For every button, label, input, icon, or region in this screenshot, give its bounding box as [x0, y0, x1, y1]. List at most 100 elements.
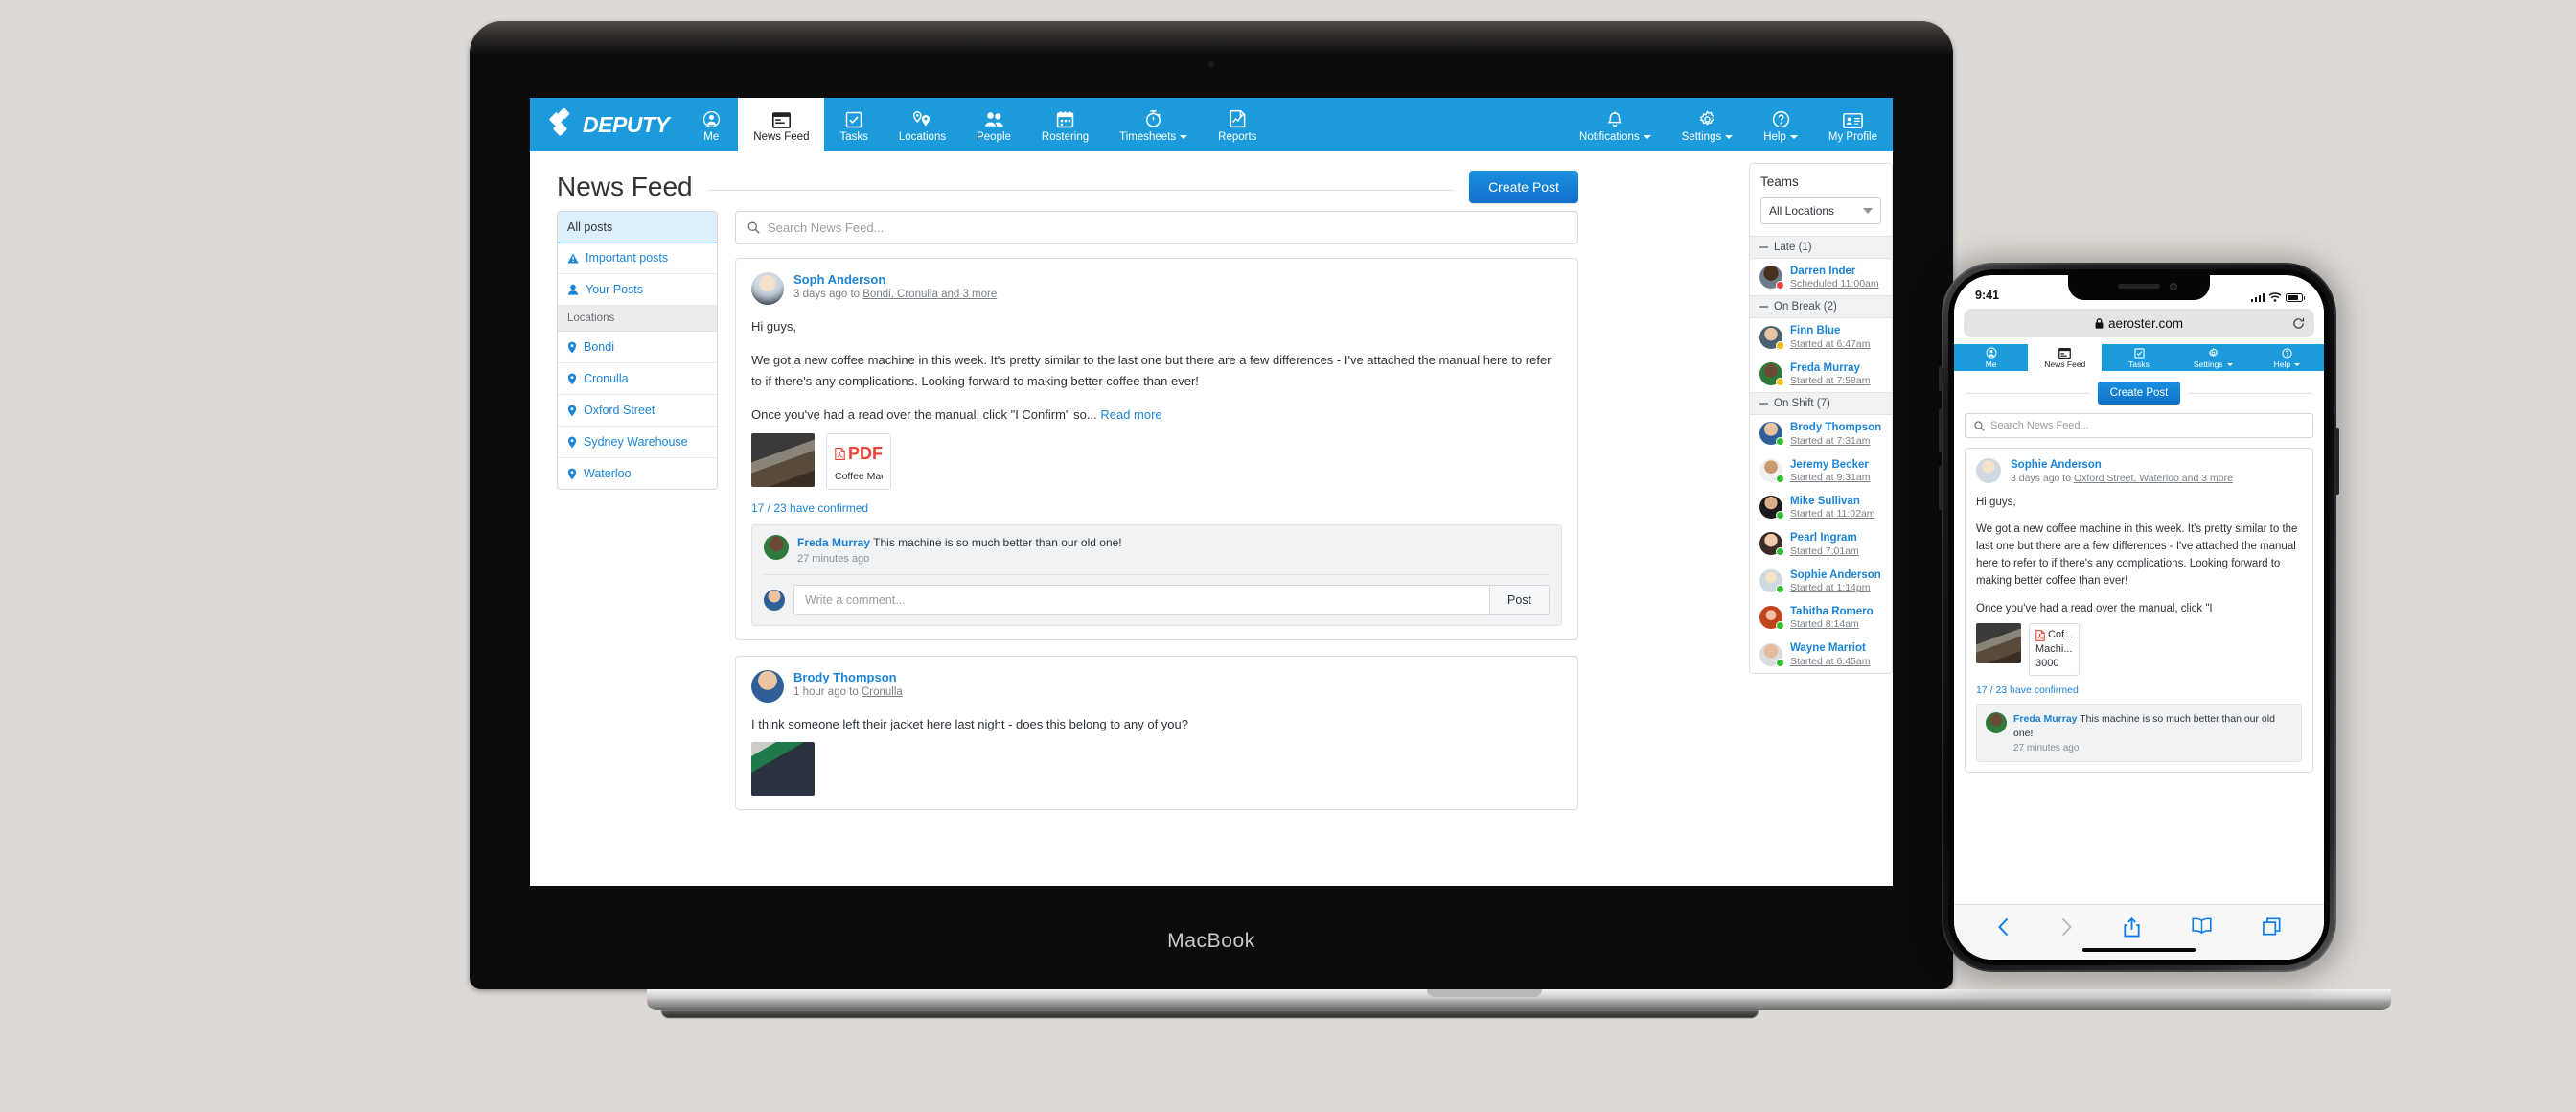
- mobile-nav-help[interactable]: Help: [2250, 344, 2324, 371]
- status-dot-onshift: [1776, 621, 1784, 631]
- search-placeholder-text: Search News Feed...: [768, 220, 885, 235]
- nav-item-timesheets[interactable]: Timesheets: [1104, 98, 1203, 151]
- filter-all-posts[interactable]: All posts: [558, 212, 717, 243]
- team-member-name: Pearl Ingram: [1790, 532, 1857, 544]
- team-group-on-break[interactable]: On Break (2): [1750, 295, 1892, 319]
- post-locations-link[interactable]: Bondi, Cronulla and 3 more: [862, 289, 997, 300]
- avatar: [764, 534, 789, 560]
- post-body: I think someone left their jacket here l…: [751, 714, 1562, 734]
- team-member[interactable]: Sophie Anderson Started at 1:14pm: [1750, 563, 1892, 599]
- team-member[interactable]: Mike Sullivan Started at 11:02am: [1750, 489, 1892, 525]
- attachment-pdf[interactable]: Cof... Machi... 3000: [2029, 623, 2081, 676]
- mobile-nav-settings[interactable]: Settings: [2176, 344, 2250, 371]
- confirmation-count[interactable]: 17 / 23 have confirmed: [1976, 684, 2302, 696]
- nav-label: Tasks: [840, 130, 868, 143]
- team-member[interactable]: Jeremy Becker Started at 9:31am: [1750, 452, 1892, 489]
- team-group-label: On Shift (7): [1774, 398, 1830, 410]
- filter-important-posts[interactable]: Important posts: [558, 243, 717, 274]
- bookmarks-book-icon[interactable]: [2192, 917, 2212, 934]
- nav-item-help[interactable]: Help: [1748, 98, 1813, 151]
- nav-item-tasks[interactable]: Tasks: [824, 98, 883, 151]
- warning-triangle-icon: [567, 253, 579, 264]
- location-waterloo[interactable]: Waterloo: [558, 458, 717, 489]
- team-member[interactable]: Finn Blue Started at 6:47am: [1750, 318, 1892, 355]
- mobile-nav-me[interactable]: Me: [1954, 344, 2028, 371]
- filter-your-posts[interactable]: Your Posts: [558, 274, 717, 306]
- pdf-name-line-1: Cof...: [2048, 629, 2074, 641]
- team-member-status: Started 7:01am: [1790, 544, 1859, 557]
- header-divider: [707, 189, 1455, 191]
- team-member-name: Finn Blue: [1790, 325, 1841, 337]
- nav-item-me[interactable]: Me: [684, 98, 738, 151]
- comment-author[interactable]: Freda Murray: [2013, 713, 2078, 725]
- nav-item-people[interactable]: People: [961, 98, 1026, 151]
- nav-label: My Profile: [1828, 130, 1877, 143]
- post-locations-link[interactable]: Oxford Street, Waterloo and 3 more: [2074, 473, 2233, 484]
- nav-item-locations[interactable]: Locations: [884, 98, 961, 151]
- create-post-button[interactable]: Create Post: [1469, 171, 1578, 203]
- nav-item-settings[interactable]: Settings: [1667, 98, 1749, 151]
- teams-panel-header: Teams All Locations: [1750, 164, 1892, 236]
- team-member-name: Sophie Anderson: [1790, 568, 1881, 581]
- volume-up-button[interactable]: [1939, 408, 1943, 452]
- search-news-feed-input[interactable]: Search News Feed...: [735, 211, 1578, 244]
- confirmation-count[interactable]: 17 / 23 have confirmed: [751, 501, 1562, 515]
- search-news-feed-input[interactable]: Search News Feed...: [1965, 413, 2313, 438]
- team-group-label: On Break (2): [1774, 301, 1837, 313]
- team-member[interactable]: Pearl Ingram Started 7:01am: [1750, 525, 1892, 562]
- nav-label: Settings: [1682, 131, 1734, 143]
- team-member[interactable]: Wayne Marriot Started at 6:45am: [1750, 636, 1892, 672]
- read-more-link[interactable]: Read more: [1100, 407, 1162, 422]
- post-comment-button[interactable]: Post: [1488, 585, 1549, 614]
- mobile-nav-tasks[interactable]: Tasks: [2102, 344, 2175, 371]
- team-group-on-shift[interactable]: On Shift (7): [1750, 392, 1892, 416]
- reload-icon[interactable]: [2292, 317, 2305, 330]
- address-field[interactable]: aeroster.com: [1964, 309, 2314, 337]
- comment-item: Freda Murray This machine is so much bet…: [764, 534, 1550, 575]
- comment-author[interactable]: Freda Murray: [797, 536, 870, 549]
- nav-item-notifications[interactable]: Notifications: [1564, 98, 1667, 151]
- team-member[interactable]: Brody Thompson Started at 7:31am: [1750, 415, 1892, 452]
- post-locations-link[interactable]: Cronulla: [862, 686, 903, 698]
- attachment-image-thumbnail[interactable]: [1976, 623, 2021, 664]
- back-chevron-icon[interactable]: [1997, 917, 2010, 937]
- filter-group-locations: Locations: [558, 306, 717, 332]
- mute-switch[interactable]: [1939, 366, 1943, 391]
- avatar-wrap: [1760, 532, 1784, 557]
- nav-item-my-profile[interactable]: My Profile: [1813, 98, 1893, 151]
- location-filter-select[interactable]: All Locations: [1760, 197, 1881, 224]
- volume-down-button[interactable]: [1939, 466, 1943, 510]
- status-dot-late: [1776, 281, 1784, 290]
- nav-item-reports[interactable]: Reports: [1203, 98, 1272, 151]
- team-member-name: Brody Thompson: [1790, 422, 1882, 434]
- location-bondi[interactable]: Bondi: [558, 332, 717, 363]
- forward-chevron-icon[interactable]: [2060, 917, 2073, 937]
- post-author-name[interactable]: Sophie Anderson: [2011, 458, 2233, 472]
- team-member[interactable]: Freda Murray Started at 7:58am: [1750, 356, 1892, 392]
- macbook-device: MacBook DEPUTY Me News Feed Tasks Locati…: [470, 21, 2391, 1018]
- feed-filter-sidebar: All posts Important posts Your Posts Loc…: [557, 211, 718, 490]
- avatar-wrap: [1760, 642, 1784, 667]
- team-member[interactable]: Darren Inder Scheduled 11:00am: [1750, 259, 1892, 295]
- attachment-image-thumbnail[interactable]: [751, 741, 815, 796]
- nav-item-news-feed[interactable]: News Feed: [738, 98, 825, 151]
- tabs-icon[interactable]: [2263, 917, 2281, 936]
- location-cronulla[interactable]: Cronulla: [558, 363, 717, 395]
- mobile-nav-news-feed[interactable]: News Feed: [2028, 344, 2103, 371]
- create-post-button[interactable]: Create Post: [2097, 382, 2181, 405]
- comment-input[interactable]: [794, 585, 1489, 614]
- team-group-late[interactable]: Late (1): [1750, 236, 1892, 259]
- comment-text: Freda Murray This machine is so much bet…: [2013, 712, 2275, 740]
- location-sydney-warehouse[interactable]: Sydney Warehouse: [558, 427, 717, 458]
- power-button[interactable]: [2335, 428, 2339, 495]
- post-author-name[interactable]: Soph Anderson: [794, 272, 997, 288]
- team-member[interactable]: Tabitha Romero Started 8:14am: [1750, 599, 1892, 636]
- share-icon[interactable]: [2124, 917, 2141, 938]
- location-oxford-street[interactable]: Oxford Street: [558, 395, 717, 427]
- nav-item-rostering[interactable]: Rostering: [1026, 98, 1104, 151]
- brand-logo[interactable]: DEPUTY: [530, 98, 684, 151]
- attachment-image-thumbnail[interactable]: [751, 432, 815, 487]
- post-author-name[interactable]: Brody Thompson: [794, 670, 903, 685]
- team-member-name: Freda Murray: [1790, 361, 1860, 374]
- attachment-pdf[interactable]: PDF Coffee Mac...: [826, 432, 891, 490]
